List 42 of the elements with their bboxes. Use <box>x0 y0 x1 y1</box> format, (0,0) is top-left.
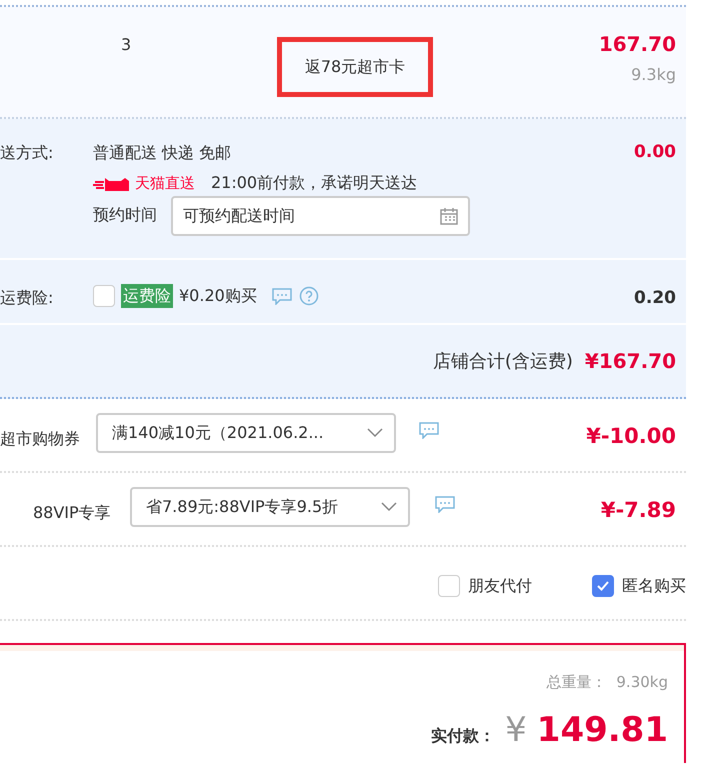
insurance-tag: 运费险 <box>121 284 173 308</box>
comment-icon[interactable] <box>418 421 440 439</box>
delivery-promise: 21:00前付款，承诺明天送达 <box>211 172 418 194</box>
checkbox[interactable] <box>93 285 115 307</box>
weight-text: 9.3kg <box>631 64 676 86</box>
currency-symbol: ¥ <box>505 709 527 752</box>
promo-tag: 返78元超市卡 <box>277 37 433 97</box>
amount-text: 0.00 <box>634 141 676 164</box>
cat-head-icon <box>93 175 131 191</box>
check-icon <box>596 580 610 592</box>
date-field[interactable]: 可预约配送时间 <box>171 196 470 236</box>
field-label: 预约时间 <box>93 204 157 226</box>
checkbox[interactable] <box>438 575 460 597</box>
field-label: 运费险: <box>0 287 54 309</box>
service-label: 天猫直送 <box>93 172 195 194</box>
price-text: 167.70 <box>598 31 676 58</box>
offer-text: ¥0.20购买 <box>179 285 257 307</box>
field-label: 送方式: <box>0 142 54 164</box>
caret-icon <box>366 427 384 439</box>
amount-text: 0.20 <box>634 287 676 310</box>
total-amount: 149.81 <box>536 709 668 752</box>
field-label: 超市购物券 <box>0 428 80 450</box>
checkbox[interactable] <box>592 575 614 597</box>
caret-icon <box>380 501 398 513</box>
comment-icon[interactable] <box>270 287 293 305</box>
store-total-amount: ¥167.70 <box>584 348 676 375</box>
option-label: 朋友代付 <box>468 575 532 597</box>
store-total-label: 店铺合计(含运费) <box>432 350 573 374</box>
calendar-icon <box>440 207 458 225</box>
comment-icon[interactable] <box>434 495 456 513</box>
shipping-method: 普通配送 快递 免邮 <box>93 142 232 164</box>
weight-label: 总重量： <box>546 672 606 693</box>
quantity-text: 3 <box>121 34 132 56</box>
dropdown[interactable]: 省7.89元:88VIP专享9.5折 <box>130 487 410 527</box>
help-icon[interactable] <box>298 286 319 306</box>
pay-label: 实付款： <box>431 725 496 747</box>
discount-amount: ¥-7.89 <box>600 497 676 524</box>
option-label: 匿名购买 <box>622 575 686 597</box>
discount-amount: ¥-10.00 <box>586 423 676 450</box>
total-weight: 9.30kg <box>616 672 668 693</box>
field-label: 88VIP专享 <box>33 502 111 524</box>
dropdown[interactable]: 满140减10元（2021.06.2... <box>96 413 396 453</box>
